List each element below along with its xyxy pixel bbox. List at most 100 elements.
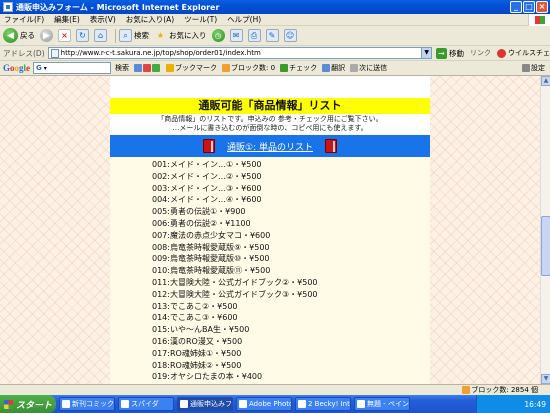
taskbar-item[interactable]: 2 Becky! Inte... <box>295 397 351 411</box>
address-label: アドレス(D) <box>3 48 45 58</box>
menu-bar: ファイル(F) 編集(E) 表示(V) お気に入り(A) ツール(T) ヘルプ(… <box>0 14 550 26</box>
check-icon <box>280 64 289 72</box>
back-label: 戻る <box>20 31 35 40</box>
section-header: 通販①: 単品のリスト <box>110 135 430 157</box>
google-search-button[interactable]: 検索 <box>115 63 129 73</box>
taskbar-item-active[interactable]: 通販申込みフォ... <box>177 397 233 411</box>
scroll-up-icon[interactable]: ▲ <box>541 76 550 86</box>
start-label: スタート <box>16 400 53 411</box>
menu-help[interactable]: ヘルプ(H) <box>227 14 261 25</box>
clock[interactable]: 16:49 <box>524 400 546 409</box>
product-item: 002:メイド・イン…②・¥500 <box>152 171 262 181</box>
menu-view[interactable]: 表示(V) <box>90 14 116 25</box>
google-settings-button[interactable]: 設定 <box>522 63 545 73</box>
ie-page-icon <box>3 2 13 12</box>
wrench-icon <box>522 64 530 72</box>
address-bar: アドレス(D) http://www.r-c-t.sakura.ne.jp/to… <box>0 46 550 61</box>
check-label: チェック <box>289 64 318 72</box>
windows-logo-icon <box>4 399 13 409</box>
search-button[interactable]: ⌕ 検索 <box>119 29 149 42</box>
taskbar-item-label: Adobe Photos... <box>249 400 291 408</box>
calendar-icon <box>152 64 161 72</box>
address-dropdown-icon[interactable]: ▼ <box>422 47 432 59</box>
favorites-button[interactable]: ★ お気に入り <box>154 29 207 42</box>
gmail-icon <box>143 64 152 72</box>
close-button[interactable]: × <box>536 1 548 13</box>
address-input[interactable]: http://www.r-c-t.sakura.ne.jp/top/shop/o… <box>47 47 423 59</box>
menu-edit[interactable]: 編集(E) <box>54 14 80 25</box>
scroll-thumb[interactable] <box>541 216 550 276</box>
product-item: 007:魔法の赤点少女マコ・¥600 <box>152 230 271 240</box>
popup-block-icon <box>222 64 231 72</box>
links-button[interactable]: リンク <box>470 48 491 58</box>
stop-button[interactable]: × <box>58 29 71 42</box>
taskbar-item[interactable]: Adobe Photos... <box>236 397 292 411</box>
google-search-label: 検索 <box>115 64 130 72</box>
menu-tools[interactable]: ツール(T) <box>184 14 217 25</box>
print-button[interactable]: ⎙ <box>247 29 261 42</box>
home-icon: ⌂ <box>94 29 107 42</box>
google-search-input[interactable]: G ▾ <box>33 62 112 74</box>
taskbar-item[interactable]: 新刊コミック-20... <box>59 397 115 411</box>
window-title: 通販申込みフォーム - Microsoft Internet Explorer <box>16 2 220 12</box>
standard-toolbar: ◀ 戻る ▶ × ↻ ⌂ ⌕ 検索 ★ お気に入り ◷ ✉ ⎙ ✎ ☺ <box>0 26 550 46</box>
status-popup-blocked[interactable]: ブロック数: 2854 個 <box>462 385 538 395</box>
maximize-button[interactable]: □ <box>523 1 535 13</box>
vertical-scrollbar[interactable]: ▲ ▼ <box>540 76 550 384</box>
refresh-button[interactable]: ↻ <box>76 29 89 42</box>
book-icon <box>203 139 216 153</box>
product-item: 016:漢のRO漫又・¥500 <box>152 336 243 346</box>
product-item: 001:メイド・イン…①・¥500 <box>152 160 262 169</box>
taskbar-item-label: 無題 - ペイント <box>367 400 409 408</box>
menu-favorites[interactable]: お気に入り(A) <box>126 14 174 25</box>
send-label: 次に送信 <box>359 64 388 72</box>
go-arrow-icon: → <box>436 47 447 59</box>
forward-button[interactable]: ▶ <box>40 29 53 42</box>
favorites-label: お気に入り <box>169 31 207 40</box>
photoshop-icon <box>239 400 247 408</box>
taskbar-item[interactable]: スパイダ <box>118 397 174 411</box>
mail-button[interactable]: ✉ <box>229 29 243 42</box>
go-button[interactable]: → 移動 <box>436 47 464 59</box>
star-icon: ★ <box>156 31 165 40</box>
menu-file[interactable]: ファイル(F) <box>4 14 44 25</box>
spell-check-button[interactable]: チェック <box>280 63 317 73</box>
virus-check-button[interactable]: ウイルスチェ <box>497 48 550 58</box>
minimize-button[interactable]: _ <box>510 1 522 13</box>
intro-line-2: …メールに書き込むのが面倒な時の、コピペ用にも使えます。 <box>172 124 368 132</box>
google-extra-icons[interactable] <box>134 64 161 72</box>
status-bar: ブロック数: 2854 個 <box>0 384 550 395</box>
google-logo[interactable]: Google <box>3 63 30 73</box>
paint-icon <box>357 400 365 408</box>
product-item: 014:でこあこ③・¥600 <box>152 313 238 323</box>
home-button[interactable]: ⌂ <box>94 29 107 42</box>
intro-line-1: 「商品情報」のリストです。申込みの 参考・チェック用にご覧下さい。 <box>157 115 383 123</box>
bookmark-star-icon <box>166 64 175 72</box>
windows-flag-icon <box>528 14 550 26</box>
taskbar-item[interactable]: 無題 - ペイント <box>354 397 410 411</box>
status-blocked-count: ブロック数: 2854 個 <box>471 386 538 394</box>
edit-button[interactable]: ✎ <box>265 29 279 42</box>
messenger-button[interactable]: ☺ <box>283 29 297 42</box>
page-icon <box>50 48 59 58</box>
single-items-list-link[interactable]: 通販①: 単品のリスト <box>227 140 313 153</box>
stop-icon: × <box>58 29 71 42</box>
translate-button[interactable]: 翻訳 <box>322 63 345 73</box>
scroll-down-icon[interactable]: ▼ <box>541 374 550 384</box>
product-item: 008:烏竜茶時報愛蔵版⑨・¥500 <box>152 242 270 252</box>
taskbar-item-label: 新刊コミック-20... <box>72 400 114 408</box>
bookmark-button[interactable]: ブックマーク <box>166 63 217 73</box>
intro-text: 「商品情報」のリストです。申込みの 参考・チェック用にご覧下さい。 …メールに書… <box>110 115 430 133</box>
google-toolbar: Google G ▾ 検索 ブックマーク ブロック数: 0 チェック 翻訳 次に送… <box>0 61 550 76</box>
virus-shield-icon <box>497 48 506 58</box>
send-to-button[interactable]: 次に送信 <box>350 63 387 73</box>
back-button[interactable]: ◀ 戻る <box>3 28 35 43</box>
book-icon <box>324 139 337 153</box>
mail-client-icon <box>298 400 306 408</box>
product-item: 011:大冒険大陸・公式ガイドブック②・¥500 <box>152 277 318 287</box>
start-button[interactable]: スタート <box>0 395 56 413</box>
title-bar: 通販申込みフォーム - Microsoft Internet Explorer … <box>0 0 550 14</box>
ie-icon <box>180 400 188 408</box>
popup-blocker[interactable]: ブロック数: 0 <box>222 63 275 73</box>
history-button[interactable]: ◷ <box>211 29 225 42</box>
